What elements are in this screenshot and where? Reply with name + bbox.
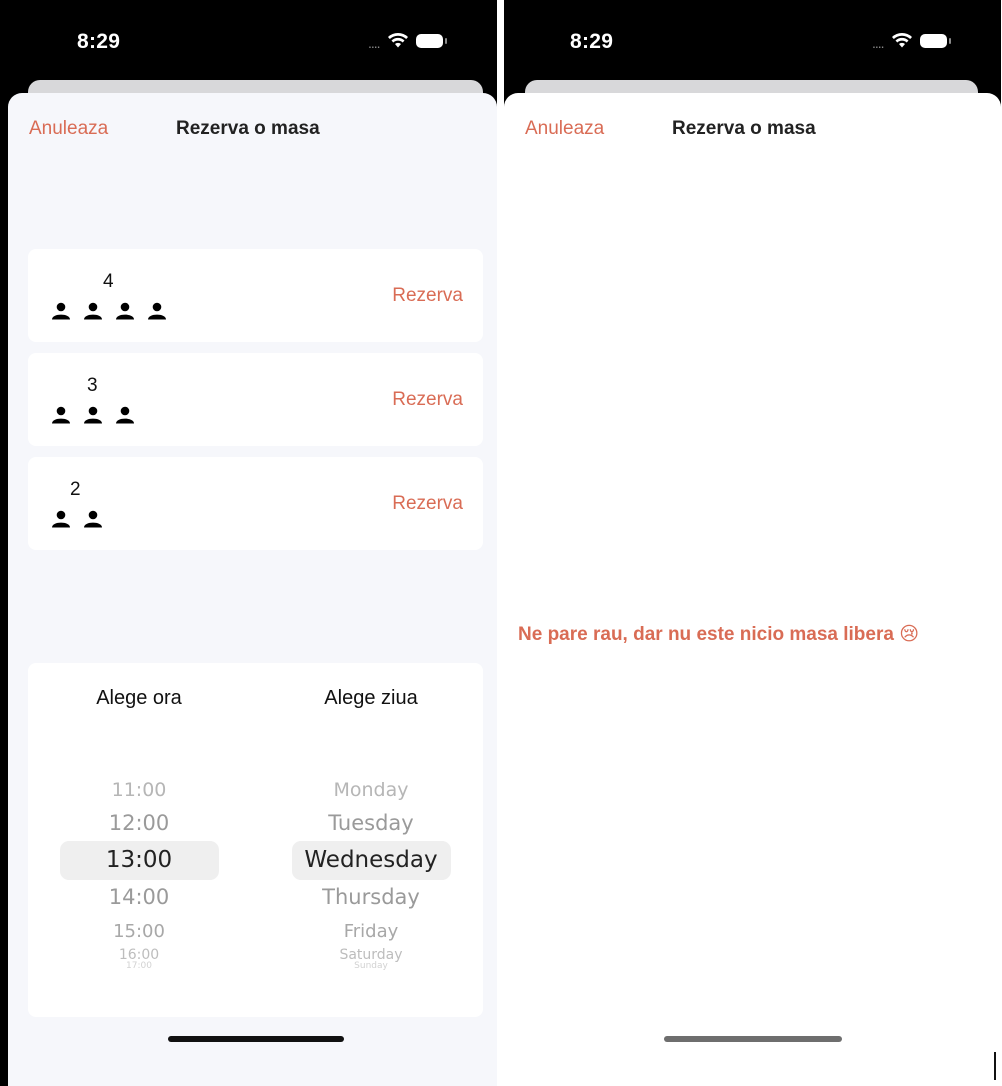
person-icon <box>116 406 134 424</box>
reserve-button[interactable]: Rezerva <box>392 389 463 411</box>
signal-dots-icon: .... <box>872 35 885 51</box>
wifi-icon <box>387 33 408 48</box>
person-icon <box>148 302 166 320</box>
table-card: 2 Rezerva <box>28 457 483 550</box>
person-icon <box>84 510 102 528</box>
seat-icons <box>51 406 135 424</box>
hour-option-selected[interactable]: 13:00 <box>39 847 239 873</box>
seat-icons <box>51 302 167 320</box>
hour-option[interactable]: 15:00 <box>39 921 239 942</box>
text-cursor <box>994 1052 996 1080</box>
hour-option[interactable]: 17:00 <box>39 961 239 971</box>
hour-option[interactable]: 12:00 <box>39 811 239 835</box>
day-option[interactable]: Sunday <box>271 961 471 971</box>
reservation-sheet <box>504 93 1001 1086</box>
wifi-icon <box>891 33 912 48</box>
reserve-button[interactable]: Rezerva <box>392 285 463 307</box>
hour-picker-wheel[interactable]: 11:00 12:00 13:00 14:00 15:00 16:00 17:0… <box>39 775 239 975</box>
status-icons: .... <box>368 31 447 51</box>
hour-option[interactable]: 14:00 <box>39 885 239 909</box>
status-icons: .... <box>872 31 951 51</box>
page-title: Rezerva o masa <box>176 118 320 139</box>
table-seat-count: 4 <box>103 271 114 292</box>
status-time: 8:29 <box>77 30 121 53</box>
day-option[interactable]: Monday <box>271 779 471 801</box>
screen-divider <box>497 0 504 1086</box>
day-picker-wheel[interactable]: Monday Tuesday Wednesday Thursday Friday… <box>271 775 471 975</box>
left-screen: 8:29 .... Anuleaza Rezerva o masa 4 Reze… <box>0 0 497 1086</box>
status-time: 8:29 <box>570 30 614 53</box>
day-option[interactable]: Friday <box>271 921 471 942</box>
page-title: Rezerva o masa <box>672 118 816 139</box>
day-option[interactable]: Thursday <box>271 885 471 909</box>
hour-option[interactable]: 11:00 <box>39 779 239 801</box>
cancel-button[interactable]: Anuleaza <box>29 118 108 140</box>
table-card: 4 Rezerva <box>28 249 483 342</box>
person-icon <box>116 302 134 320</box>
signal-dots-icon: .... <box>368 35 381 51</box>
no-tables-message: Ne pare rau, dar nu este nicio masa libe… <box>518 624 920 645</box>
home-indicator[interactable] <box>664 1036 842 1042</box>
day-option-selected[interactable]: Wednesday <box>271 847 471 873</box>
person-icon <box>52 510 70 528</box>
table-seat-count: 2 <box>70 479 81 500</box>
right-screen: 8:29 .... Anuleaza Rezerva o masa Ne par… <box>504 0 1001 1086</box>
person-icon <box>84 302 102 320</box>
hour-picker-label: Alege ora <box>96 687 182 709</box>
day-picker-label: Alege ziua <box>324 687 418 709</box>
reserve-button[interactable]: Rezerva <box>392 493 463 515</box>
person-icon <box>52 302 70 320</box>
table-seat-count: 3 <box>87 375 98 396</box>
seat-icons <box>51 510 103 528</box>
table-card: 3 Rezerva <box>28 353 483 446</box>
battery-icon <box>415 34 447 48</box>
date-time-picker-card: Alege ora Alege ziua 11:00 12:00 13:00 1… <box>28 663 483 1017</box>
home-indicator[interactable] <box>168 1036 344 1042</box>
day-option[interactable]: Tuesday <box>271 811 471 835</box>
person-icon <box>84 406 102 424</box>
person-icon <box>52 406 70 424</box>
battery-icon <box>919 34 951 48</box>
cancel-button[interactable]: Anuleaza <box>525 118 604 140</box>
